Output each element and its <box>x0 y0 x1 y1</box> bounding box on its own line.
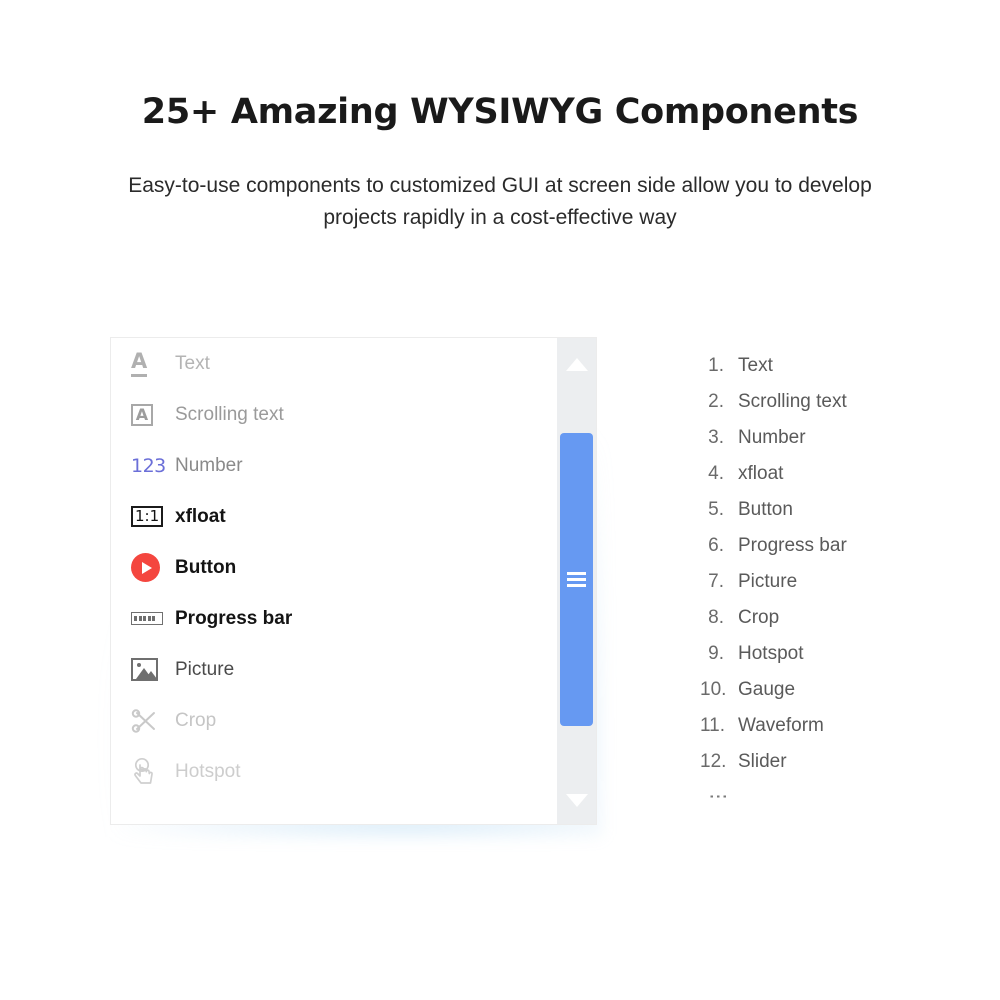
component-label: Hotspot <box>175 760 241 782</box>
text-underline-a-icon: A <box>131 347 171 381</box>
play-circle-icon <box>131 551 171 585</box>
component-row-picture[interactable]: Picture <box>111 644 559 695</box>
list-label: Progress bar <box>738 535 847 556</box>
one-to-one-ratio-icon: 1:1 <box>131 500 171 534</box>
scroll-down-arrow-icon[interactable] <box>557 780 596 820</box>
component-label: xfloat <box>175 505 226 527</box>
vertical-ellipsis-glyph: ⋮ <box>707 787 728 806</box>
list-index: 4. <box>708 463 724 484</box>
component-palette-panel-wrapper: A Text A Scrolling text 123 Number 1:1 x… <box>104 337 603 837</box>
component-row-xfloat[interactable]: 1:1 xfloat <box>111 491 559 542</box>
component-row-crop[interactable]: Crop <box>111 695 559 746</box>
list-index: 2. <box>708 391 724 412</box>
component-list: A Text A Scrolling text 123 Number 1:1 x… <box>111 338 559 797</box>
component-numbered-list: 1. Text 2. Scrolling text 3. Number 4. x… <box>700 355 960 817</box>
scroll-thumb-grip[interactable] <box>560 433 593 726</box>
component-row-scrolling-text[interactable]: A Scrolling text <box>111 389 559 440</box>
list-index: 10. <box>700 679 727 700</box>
progress-bar-icon <box>131 602 171 636</box>
list-index: 1. <box>708 355 724 376</box>
list-label: Hotspot <box>738 643 804 664</box>
list-label: Waveform <box>738 715 824 736</box>
component-label: Scrolling text <box>175 403 284 425</box>
list-index: 11. <box>700 715 726 736</box>
list-index: 9. <box>708 643 724 664</box>
list-item: 1. Text <box>700 355 960 391</box>
component-label: Progress bar <box>175 607 293 629</box>
list-item: 10. Gauge <box>700 679 960 715</box>
list-item: 4. xfloat <box>700 463 960 499</box>
page-header: 25+ Amazing WYSIWYG Components Easy-to-u… <box>0 0 1000 234</box>
component-label: Button <box>175 556 237 578</box>
component-label: Picture <box>175 658 235 680</box>
list-label: Slider <box>738 751 787 772</box>
list-item: 3. Number <box>700 427 960 463</box>
vertical-ellipsis-icon: ⋮ <box>700 787 738 811</box>
scroll-up-arrow-icon[interactable] <box>557 344 596 384</box>
list-label: Picture <box>738 571 798 592</box>
content-area: A Text A Scrolling text 123 Number 1:1 x… <box>0 337 1000 877</box>
123-number-icon: 123 <box>131 454 166 477</box>
list-index: 8. <box>708 607 724 628</box>
list-item: 11. Waveform <box>700 715 960 751</box>
list-item: 5. Button <box>700 499 960 535</box>
list-item: 6. Progress bar <box>700 535 960 571</box>
component-label: Text <box>175 352 210 374</box>
scissors-icon <box>131 704 171 738</box>
list-item: 2. Scrolling text <box>700 391 960 427</box>
list-label: Text <box>738 355 773 376</box>
tap-hand-icon <box>131 755 171 789</box>
list-label: Scrolling text <box>738 391 847 412</box>
list-label: Number <box>738 427 806 448</box>
page-subtitle: Easy-to-use components to customized GUI… <box>128 174 872 230</box>
picture-icon <box>131 653 171 687</box>
component-row-number[interactable]: 123 Number <box>111 440 559 491</box>
list-label: Crop <box>738 607 780 628</box>
list-label: xfloat <box>738 463 784 484</box>
list-item: 9. Hotspot <box>700 643 960 679</box>
list-item: 8. Crop <box>700 607 960 643</box>
list-label: Gauge <box>738 679 796 700</box>
list-item: 7. Picture <box>700 571 960 607</box>
component-row-text[interactable]: A Text <box>111 338 559 389</box>
component-label: Crop <box>175 709 217 731</box>
list-item: 12. Slider <box>700 751 960 787</box>
list-index: 7. <box>708 571 724 592</box>
page-title: 25+ Amazing WYSIWYG Components <box>141 92 859 132</box>
list-label: Button <box>738 499 793 520</box>
component-label: Number <box>175 454 243 476</box>
component-palette-panel: A Text A Scrolling text 123 Number 1:1 x… <box>110 337 597 825</box>
component-row-hotspot[interactable]: Hotspot <box>111 746 559 797</box>
list-index: 6. <box>708 535 724 556</box>
list-index: 5. <box>708 499 724 520</box>
list-index: 3. <box>708 427 724 448</box>
list-index: 12. <box>700 751 727 772</box>
component-row-button[interactable]: Button <box>111 542 559 593</box>
boxed-a-icon: A <box>131 398 171 432</box>
panel-scrollbar[interactable] <box>557 338 596 824</box>
component-row-progress-bar[interactable]: Progress bar <box>111 593 559 644</box>
list-continuation: ⋮ <box>700 787 960 817</box>
